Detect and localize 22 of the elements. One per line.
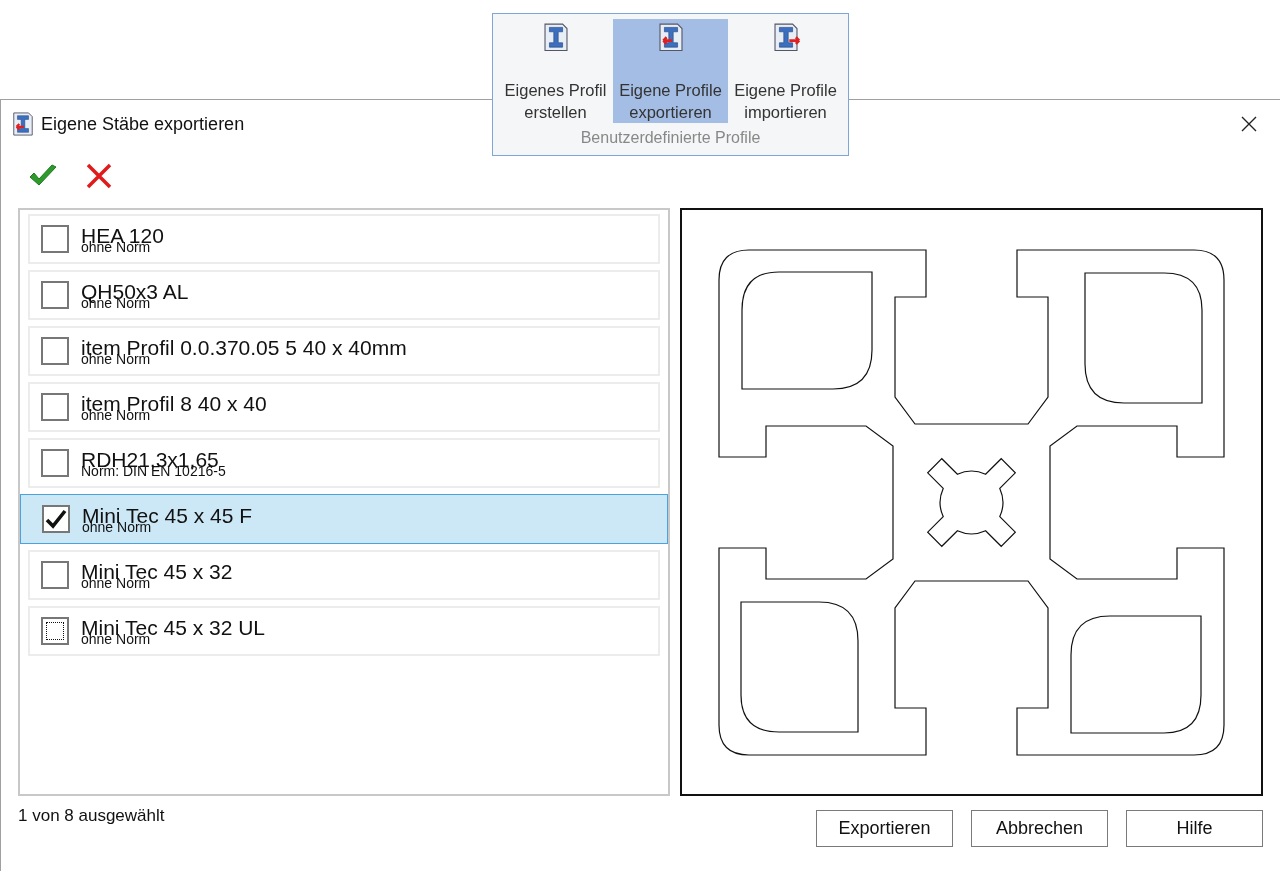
checkbox[interactable] — [41, 561, 69, 589]
dialog-button[interactable]: Abbrechen — [971, 810, 1108, 847]
selection-status: 1 von 8 ausgewählt — [18, 806, 166, 826]
checkmark-icon — [28, 164, 58, 188]
ribbon-group-label: Benutzerdefinierte Profile — [580, 129, 761, 147]
checkbox[interactable] — [41, 449, 69, 477]
ribbon-button[interactable]: Eigene Profile exportieren — [613, 19, 728, 123]
dialog-button[interactable]: Hilfe — [1126, 810, 1263, 847]
ribbon-button[interactable]: Eigene Profile importieren — [728, 19, 843, 123]
checkbox[interactable] — [42, 505, 70, 533]
dialog-button[interactable]: Exportieren — [816, 810, 953, 847]
checkbox[interactable] — [41, 281, 69, 309]
checkbox[interactable] — [41, 337, 69, 365]
checkbox[interactable] — [41, 393, 69, 421]
window-title: Eigene Stäbe exportieren — [41, 113, 245, 135]
checkbox[interactable] — [41, 225, 69, 253]
close-icon — [1241, 116, 1257, 132]
checkbox[interactable] — [41, 617, 69, 645]
checkmark-icon — [45, 509, 67, 529]
close-icon — [85, 162, 113, 190]
ribbon-button[interactable]: Eigenes Profil erstellen — [498, 19, 613, 123]
document-beam-icon — [11, 112, 35, 136]
